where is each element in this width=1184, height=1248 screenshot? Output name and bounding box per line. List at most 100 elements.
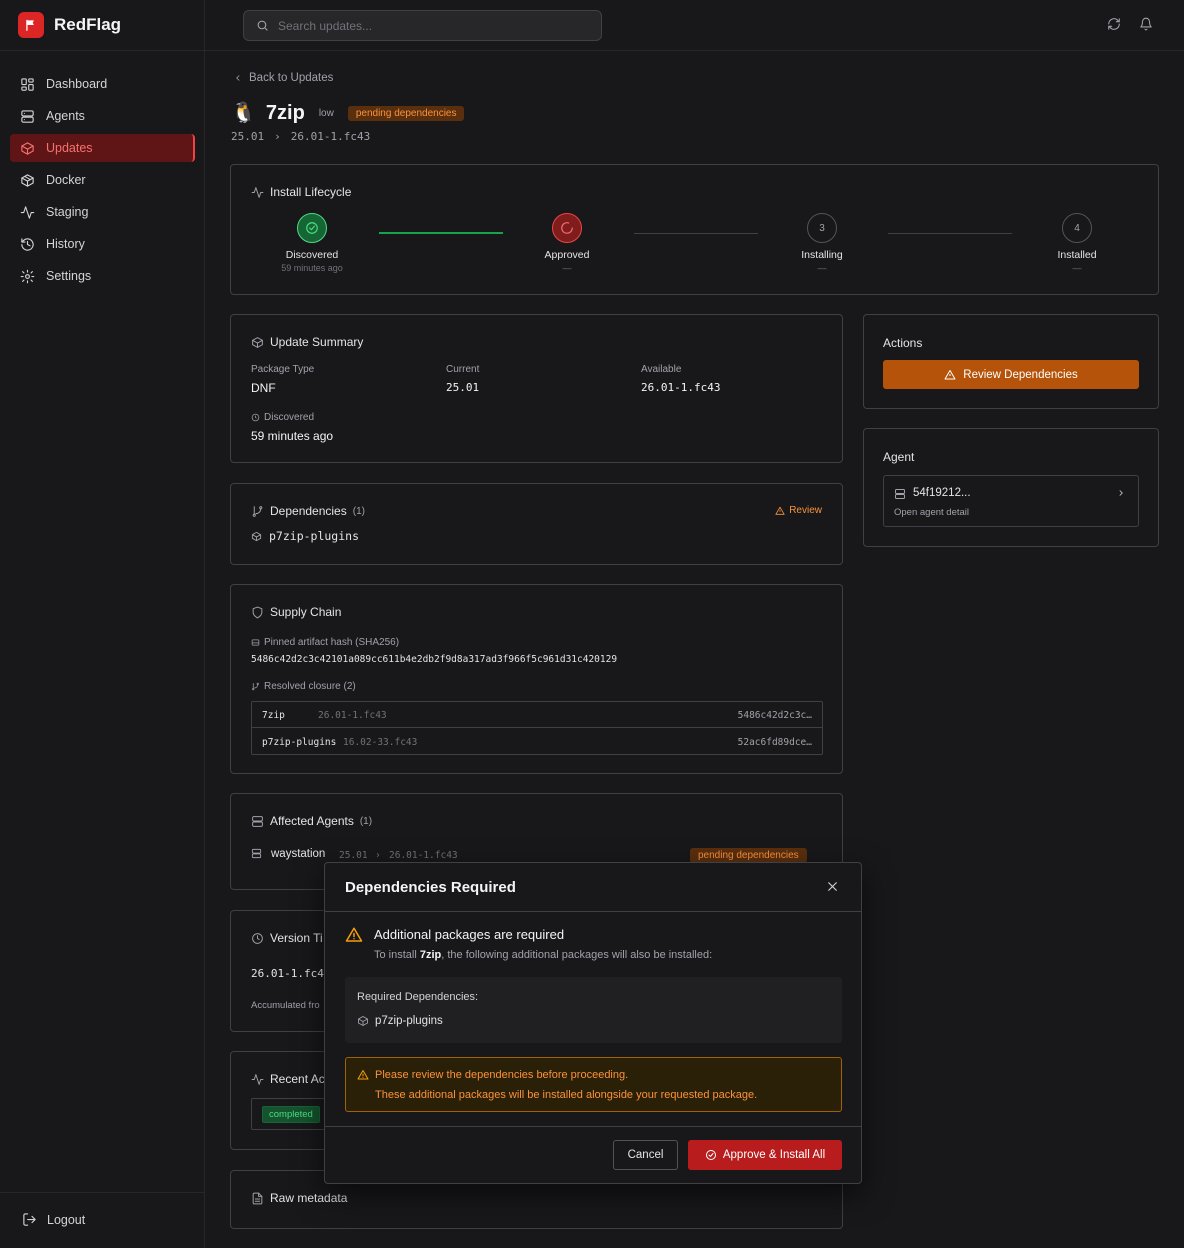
- warning-icon: [944, 369, 956, 381]
- layout-dashboard-icon: [20, 77, 35, 92]
- sidebar-item-docker[interactable]: Docker: [10, 166, 195, 194]
- gear-icon: [20, 269, 35, 284]
- close-icon[interactable]: [826, 880, 839, 893]
- sidebar: RedFlag Dashboard Agents Updates Docker …: [0, 0, 205, 1248]
- dependencies-title: Dependencies (1): [251, 504, 365, 518]
- approve-install-all-button[interactable]: Approve & Install All: [688, 1140, 842, 1170]
- version-timeline-footer: Accumulated fro: [251, 1000, 320, 1011]
- search-box[interactable]: [243, 10, 602, 41]
- required-dependencies-box: Required Dependencies: p7zip-plugins: [345, 977, 842, 1043]
- current-value: 25.01: [446, 381, 480, 394]
- activity-icon: [251, 1073, 264, 1086]
- sidebar-item-label: Settings: [46, 269, 92, 283]
- logout-button[interactable]: Logout: [22, 1212, 85, 1227]
- dependencies-modal: Dependencies Required Additional package…: [324, 862, 862, 1184]
- loading-spinner-icon: [552, 213, 582, 243]
- back-to-updates-link[interactable]: Back to Updates: [233, 72, 333, 84]
- agent-link[interactable]: 54f19212... Open agent detail: [883, 475, 1139, 527]
- discovered-label: Discovered: [251, 412, 314, 423]
- topbar: [205, 0, 1184, 51]
- logout-icon: [22, 1212, 37, 1227]
- refresh-icon[interactable]: [1107, 17, 1123, 33]
- page-title: 7zip: [265, 101, 305, 124]
- update-summary-card: Update Summary Package Type DNF Current …: [230, 314, 843, 463]
- review-link[interactable]: Review: [775, 505, 822, 516]
- version-timeline-title: Version Ti: [251, 931, 323, 945]
- divider: [0, 50, 205, 51]
- shield-icon: [251, 606, 264, 619]
- desc-package: 7zip: [419, 949, 442, 961]
- dependencies-count: (1): [352, 505, 365, 517]
- review-dependencies-label: Review Dependencies: [963, 368, 1078, 381]
- stage-label: Installing: [801, 249, 843, 261]
- stage-discovered: Discovered 59 minutes ago: [252, 213, 372, 273]
- dependency-item: p7zip-plugins: [251, 529, 359, 543]
- activity-icon: [20, 205, 35, 220]
- package-icon: [251, 336, 264, 349]
- supply-chain-title-label: Supply Chain: [270, 605, 342, 619]
- current-version: 25.01: [231, 130, 265, 143]
- stage-number: 3: [807, 213, 837, 243]
- current-label: Current: [446, 364, 480, 375]
- sidebar-item-staging[interactable]: Staging: [10, 198, 195, 226]
- artifact-hash: 5486c42d2c3c42101a089cc611b4e2db2f9d8a31…: [251, 654, 618, 665]
- review-dependencies-button[interactable]: Review Dependencies: [883, 360, 1139, 389]
- status-badge: pending dependencies: [347, 105, 465, 121]
- chevron-right-icon: [1116, 488, 1126, 498]
- tux-linux-icon: 🐧: [231, 102, 256, 124]
- agent-sub: Open agent detail: [894, 507, 970, 518]
- search-icon: [256, 19, 269, 32]
- sidebar-nav: Dashboard Agents Updates Docker Staging …: [10, 70, 195, 294]
- divider: [0, 1192, 205, 1193]
- package-icon: [251, 531, 262, 542]
- stage-sub: —: [562, 263, 572, 273]
- arrow: ›: [375, 850, 381, 861]
- search-input[interactable]: [278, 18, 578, 33]
- closure-name: 7zip: [262, 710, 285, 721]
- cancel-button[interactable]: Cancel: [613, 1140, 678, 1170]
- sidebar-item-label: Docker: [46, 173, 86, 187]
- closure-label-text: Resolved closure (2): [264, 681, 356, 692]
- sidebar-item-settings[interactable]: Settings: [10, 262, 195, 290]
- raw-metadata-label: Raw metadata: [270, 1191, 348, 1205]
- stage-number: 4: [1062, 213, 1092, 243]
- version-timeline-value: 26.01-1.fc4: [251, 967, 324, 980]
- lifecycle-connector: [888, 233, 1012, 234]
- bell-icon[interactable]: [1139, 17, 1155, 33]
- status-badge: pending dependencies: [690, 848, 807, 863]
- brand[interactable]: RedFlag: [18, 12, 121, 38]
- table-row: p7zip-plugins 16.02-33.fc43 52ac6fd89dce…: [252, 729, 822, 755]
- warning-line-2: These additional packages will be instal…: [375, 1089, 758, 1101]
- sidebar-item-dashboard[interactable]: Dashboard: [10, 70, 195, 98]
- sidebar-item-label: Dashboard: [46, 77, 108, 91]
- actions-title: Actions: [883, 336, 923, 350]
- server-icon: [894, 488, 906, 500]
- affected-title: Affected Agents (1): [251, 814, 372, 828]
- logout-label: Logout: [47, 1212, 86, 1227]
- actions-card: Actions Review Dependencies: [863, 314, 1159, 409]
- check-circle-icon: [705, 1149, 717, 1161]
- agent-name: waystation: [271, 848, 326, 860]
- review-warning-box: Please review the dependencies before pr…: [345, 1057, 842, 1112]
- available-version: 26.01-1.fc43: [290, 130, 371, 143]
- desc-suffix: , the following additional packages will…: [441, 949, 713, 961]
- stage-sub: —: [1072, 263, 1082, 273]
- sidebar-item-updates[interactable]: Updates: [10, 134, 195, 162]
- stage-installing: 3 Installing —: [762, 213, 882, 273]
- warning-icon: [345, 926, 363, 944]
- flag-icon: [18, 12, 44, 38]
- available-value: 26.01-1.fc43: [641, 381, 721, 394]
- sidebar-item-history[interactable]: History: [10, 230, 195, 258]
- raw-metadata-title: Raw metadata: [251, 1191, 347, 1205]
- agent-card: Agent 54f19212... Open agent detail: [863, 428, 1159, 547]
- agent-card-title: Agent: [883, 450, 915, 464]
- sidebar-item-label: History: [46, 237, 85, 251]
- app-name: RedFlag: [54, 15, 122, 34]
- closure-hash: 52ac6fd89dce…: [737, 737, 812, 748]
- clock-icon: [251, 413, 260, 422]
- sidebar-item-agents[interactable]: Agents: [10, 102, 195, 130]
- completed-badge: completed: [262, 1106, 320, 1123]
- stage-sub: 59 minutes ago: [281, 263, 343, 273]
- dependencies-card: Dependencies (1) Review p7zip-plugins: [230, 483, 843, 565]
- lifecycle-title: Install Lifecycle: [251, 185, 351, 199]
